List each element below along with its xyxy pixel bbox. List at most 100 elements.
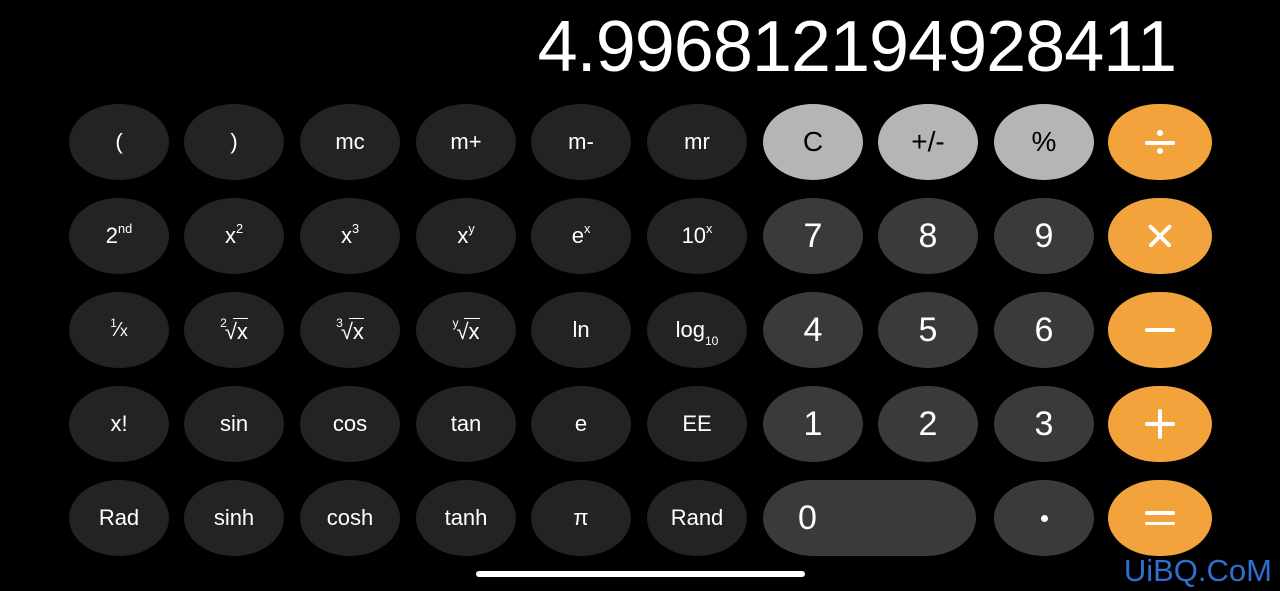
key-label: π bbox=[573, 505, 589, 530]
key-label: 2nd bbox=[105, 220, 133, 248]
key-random-number[interactable]: Rand bbox=[647, 480, 747, 556]
plus-icon bbox=[1145, 409, 1175, 439]
key-digit-4[interactable]: 4 bbox=[763, 292, 863, 368]
calculator-app: 4.996812194928411 () mc m+ m-mr C +/-% 2nd x2 x3… bbox=[0, 0, 1280, 591]
key-label: 8 bbox=[918, 217, 938, 255]
key-hyperbolic-sine[interactable]: sinh bbox=[184, 480, 284, 556]
key-memory-recall[interactable]: mr bbox=[647, 104, 747, 180]
key-exponent-entry[interactable]: EE bbox=[647, 386, 747, 462]
key-digit-3[interactable]: 3 bbox=[994, 386, 1094, 462]
key-hyperbolic-tangent[interactable]: tanh bbox=[416, 480, 516, 556]
key-label: sinh bbox=[213, 505, 255, 530]
key-digit-0[interactable]: 0 bbox=[763, 480, 976, 556]
key-row: Rad sinh cosh tanh π Rand 0 bbox=[69, 480, 1212, 556]
key-sign-toggle[interactable]: +/- bbox=[878, 104, 978, 180]
key-label: 1 bbox=[803, 405, 823, 443]
key-label: +/- bbox=[911, 126, 945, 157]
key-log-base-10[interactable]: log10 bbox=[647, 292, 747, 368]
key-row: 1⁄x 2 √x 3 √x y √x ln log10 4 5 6 bbox=[69, 292, 1212, 368]
key-label: m- bbox=[568, 129, 594, 154]
key-label: 2 √x bbox=[220, 315, 248, 344]
key-digit-7[interactable]: 7 bbox=[763, 198, 863, 274]
key-tangent[interactable]: tan bbox=[416, 386, 516, 462]
key-label: EE bbox=[682, 411, 712, 436]
key-label: e bbox=[574, 411, 588, 436]
key-label: ex bbox=[571, 220, 591, 248]
key-y-root-of-x[interactable]: y √x bbox=[416, 292, 516, 368]
key-digit-8[interactable]: 8 bbox=[878, 198, 978, 274]
watermark: UiBQ.CoM bbox=[1123, 553, 1272, 588]
calculator-display: 4.996812194928411 bbox=[0, 0, 1280, 100]
key-label: tanh bbox=[444, 505, 488, 530]
key-subtract[interactable] bbox=[1108, 292, 1212, 368]
key-decimal-point[interactable] bbox=[994, 480, 1094, 556]
key-label: Rand bbox=[670, 505, 724, 530]
key-label: ) bbox=[230, 129, 238, 154]
key-digit-2[interactable]: 2 bbox=[878, 386, 978, 462]
key-divide[interactable] bbox=[1108, 104, 1212, 180]
key-label: cos bbox=[332, 411, 368, 436]
key-reciprocal[interactable]: 1⁄x bbox=[69, 292, 169, 368]
key-label: 0 bbox=[798, 499, 817, 537]
key-label: sin bbox=[219, 411, 249, 436]
equals-icon bbox=[1145, 509, 1175, 527]
key-memory-add[interactable]: m+ bbox=[416, 104, 516, 180]
key-second-function[interactable]: 2nd bbox=[69, 198, 169, 274]
key-label: C bbox=[802, 126, 824, 157]
key-radian-mode[interactable]: Rad bbox=[69, 480, 169, 556]
key-label: x! bbox=[110, 411, 128, 436]
key-label: 3 √x bbox=[336, 315, 364, 344]
key-label: ln bbox=[572, 317, 590, 342]
key-digit-5[interactable]: 5 bbox=[878, 292, 978, 368]
key-digit-9[interactable]: 9 bbox=[994, 198, 1094, 274]
key-open-paren[interactable]: ( bbox=[69, 104, 169, 180]
key-label: m+ bbox=[450, 129, 482, 154]
key-percent[interactable]: % bbox=[994, 104, 1094, 180]
key-label: mr bbox=[684, 129, 710, 154]
keypad: () mc m+ m-mr C +/-% 2nd x2 x3 xy ex 10x 7 8 9 1⁄x 2 √x 3 √… bbox=[69, 104, 1212, 557]
key-hyperbolic-cosine[interactable]: cosh bbox=[300, 480, 400, 556]
multiply-icon bbox=[1146, 222, 1174, 250]
key-label: 3 bbox=[1034, 405, 1054, 443]
key-clear[interactable]: C bbox=[763, 104, 863, 180]
key-pi-constant[interactable]: π bbox=[531, 480, 631, 556]
key-close-paren[interactable]: ) bbox=[184, 104, 284, 180]
key-digit-1[interactable]: 1 bbox=[763, 386, 863, 462]
key-sine[interactable]: sin bbox=[184, 386, 284, 462]
key-add[interactable] bbox=[1108, 386, 1212, 462]
key-x-cubed[interactable]: x3 bbox=[300, 198, 400, 274]
key-label: 1⁄x bbox=[110, 316, 128, 341]
key-label: Rad bbox=[98, 505, 140, 530]
divide-icon bbox=[1143, 125, 1177, 159]
key-factorial[interactable]: x! bbox=[69, 386, 169, 462]
key-natural-log[interactable]: ln bbox=[531, 292, 631, 368]
key-label: log10 bbox=[675, 317, 719, 348]
key-label: y √x bbox=[452, 315, 480, 344]
display-value: 4.996812194928411 bbox=[537, 7, 1177, 87]
key-cosine[interactable]: cos bbox=[300, 386, 400, 462]
key-label: cosh bbox=[326, 505, 374, 530]
key-square-root[interactable]: 2 √x bbox=[184, 292, 284, 368]
key-row: x! sin cos tan e EE 1 2 3 bbox=[69, 386, 1212, 462]
key-equals[interactable] bbox=[1108, 480, 1212, 556]
key-euler-constant[interactable]: e bbox=[531, 386, 631, 462]
key-multiply[interactable] bbox=[1108, 198, 1212, 274]
key-digit-6[interactable]: 6 bbox=[994, 292, 1094, 368]
key-ten-to-the-x[interactable]: 10x bbox=[647, 198, 747, 274]
key-e-to-the-x[interactable]: ex bbox=[531, 198, 631, 274]
dot-icon bbox=[1040, 514, 1048, 522]
key-x-squared[interactable]: x2 bbox=[184, 198, 284, 274]
key-label: % bbox=[1031, 126, 1057, 157]
key-label: mc bbox=[335, 129, 365, 154]
key-label: 4 bbox=[803, 311, 823, 349]
key-row: 2nd x2 x3 xy ex 10x 7 8 9 bbox=[69, 198, 1212, 274]
key-x-to-the-y[interactable]: xy bbox=[416, 198, 516, 274]
key-memory-clear[interactable]: mc bbox=[300, 104, 400, 180]
key-memory-subtract[interactable]: m- bbox=[531, 104, 631, 180]
key-label: 9 bbox=[1034, 217, 1054, 255]
home-indicator[interactable] bbox=[476, 571, 805, 577]
key-cube-root[interactable]: 3 √x bbox=[300, 292, 400, 368]
key-label: 6 bbox=[1034, 311, 1054, 349]
key-label: 5 bbox=[918, 311, 938, 349]
key-label: 2 bbox=[918, 405, 938, 443]
